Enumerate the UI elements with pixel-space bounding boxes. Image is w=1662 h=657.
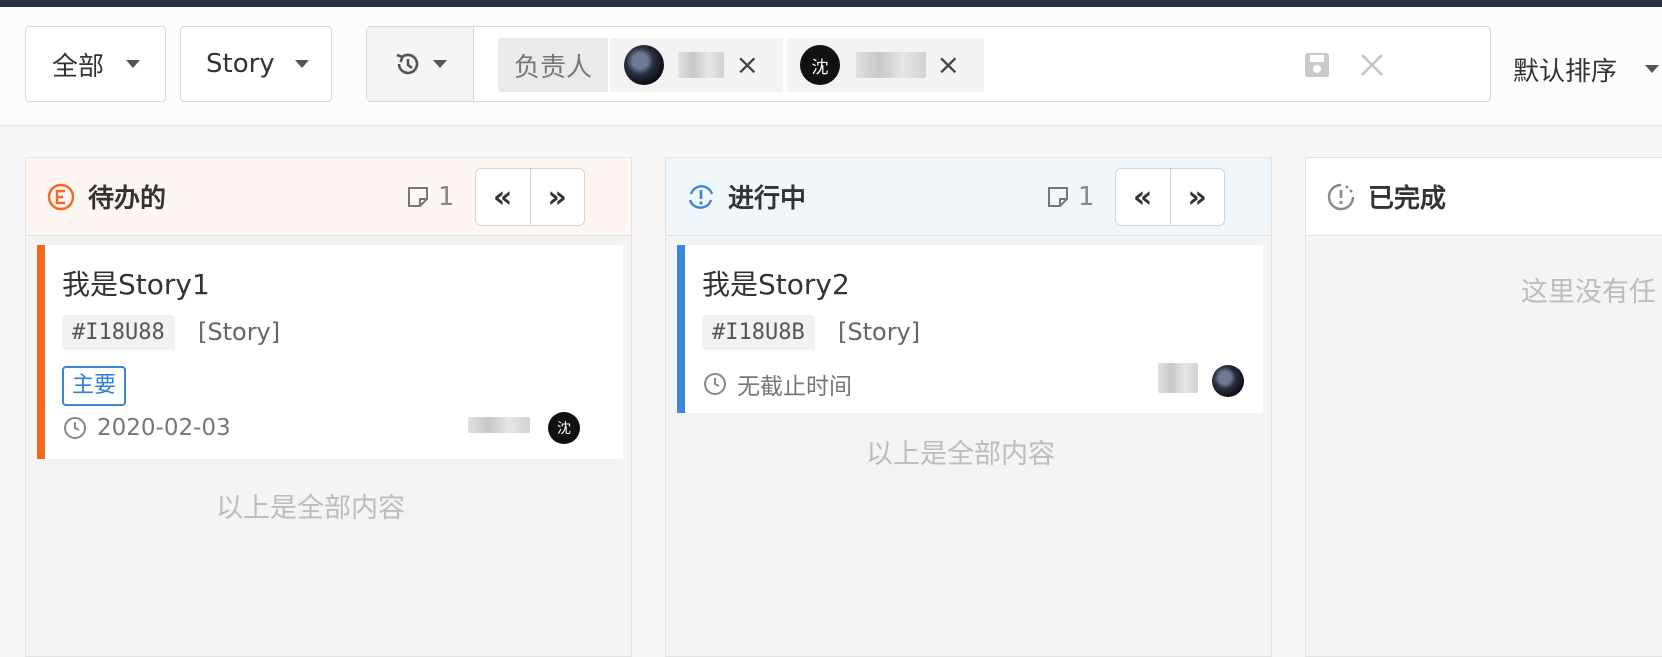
avatar: 沈 bbox=[800, 45, 840, 85]
close-icon[interactable]: × bbox=[937, 51, 960, 79]
card-title: 我是Story1 bbox=[62, 268, 210, 301]
chevron-down-icon bbox=[433, 60, 447, 68]
kanban-column-in-progress: 进行中 1 « » 我是Story2 #I18U8B [Story] 无截止时间… bbox=[665, 157, 1272, 657]
priority-tag: 主要 bbox=[62, 366, 127, 406]
done-status-icon bbox=[1327, 183, 1355, 211]
note-icon bbox=[1048, 187, 1068, 207]
history-icon bbox=[396, 53, 419, 75]
card-id: #I18U88 bbox=[62, 315, 175, 350]
filter-toolbar: 全部 Story 负责人 × 沈 × 默认排序 bbox=[0, 7, 1662, 126]
clock-icon bbox=[64, 417, 86, 439]
column-count-value: 1 bbox=[438, 182, 455, 212]
kanban-column-todo: 待办的 1 « » 我是Story1 #I18U88 [Story] 主要 20… bbox=[25, 157, 632, 657]
end-of-list-text: 以上是全部内容 bbox=[866, 439, 1055, 470]
chevron-down-icon bbox=[1645, 65, 1659, 73]
due-date-text: 无截止时间 bbox=[737, 374, 852, 400]
clear-filter-icon[interactable] bbox=[1358, 51, 1386, 79]
card-type: [Story] bbox=[838, 318, 921, 346]
filter-chip[interactable]: × bbox=[610, 38, 783, 92]
app-top-bar bbox=[0, 0, 1662, 7]
double-right-icon[interactable]: » bbox=[529, 169, 585, 225]
history-dropdown[interactable] bbox=[367, 27, 474, 101]
note-icon bbox=[408, 187, 428, 207]
card-id: #I18U8B bbox=[702, 315, 815, 350]
column-title: 待办的 bbox=[88, 184, 167, 214]
column-header: 已完成 bbox=[1306, 158, 1662, 236]
column-nav: « » bbox=[475, 168, 585, 226]
empty-column-text: 这里没有任 bbox=[1521, 277, 1656, 308]
column-nav: « » bbox=[1115, 168, 1225, 226]
redacted-name bbox=[678, 52, 724, 78]
chevron-down-icon bbox=[126, 60, 141, 68]
filter-field-label: 负责人 bbox=[498, 38, 608, 92]
due-date-text: 2020-02-03 bbox=[97, 415, 231, 441]
double-right-icon[interactable]: » bbox=[1169, 169, 1225, 225]
end-of-list-text: 以上是全部内容 bbox=[216, 493, 405, 524]
avatar bbox=[624, 45, 664, 85]
story-card[interactable]: 我是Story2 #I18U8B [Story] 无截止时间 bbox=[677, 245, 1263, 413]
clock-icon bbox=[704, 373, 726, 395]
filter-chip[interactable]: 沈 × bbox=[787, 38, 984, 92]
redacted-name bbox=[468, 417, 530, 433]
type-dropdown[interactable]: Story bbox=[180, 26, 332, 102]
column-count-value: 1 bbox=[1078, 182, 1095, 212]
save-icon[interactable] bbox=[1303, 51, 1331, 79]
card-title: 我是Story2 bbox=[702, 268, 850, 301]
in-progress-status-icon bbox=[688, 185, 714, 209]
chevron-down-icon bbox=[294, 60, 309, 68]
todo-status-icon bbox=[47, 183, 75, 211]
column-title: 进行中 bbox=[728, 184, 807, 214]
due-date: 无截止时间 bbox=[703, 367, 852, 401]
redacted-name bbox=[1158, 363, 1198, 393]
column-count: 1 bbox=[1046, 182, 1095, 212]
column-title: 已完成 bbox=[1368, 184, 1447, 214]
column-count: 1 bbox=[406, 182, 455, 212]
column-header: 待办的 1 « » bbox=[26, 158, 631, 236]
sort-dropdown-label[interactable]: 默认排序 bbox=[1513, 51, 1617, 88]
avatar bbox=[1212, 365, 1244, 397]
filter-bar: 负责人 × 沈 × bbox=[366, 26, 1491, 102]
avatar: 沈 bbox=[548, 412, 580, 444]
close-icon[interactable]: × bbox=[736, 51, 759, 79]
column-header: 进行中 1 « » bbox=[666, 158, 1271, 236]
double-left-icon[interactable]: « bbox=[476, 169, 530, 225]
type-dropdown-label: Story bbox=[206, 49, 275, 79]
card-type: [Story] bbox=[198, 318, 281, 346]
kanban-column-done: 已完成 这里没有任 bbox=[1305, 157, 1662, 657]
double-left-icon[interactable]: « bbox=[1116, 169, 1170, 225]
scope-dropdown[interactable]: 全部 bbox=[25, 26, 166, 102]
story-card[interactable]: 我是Story1 #I18U88 [Story] 主要 2020-02-03 沈 bbox=[37, 245, 623, 459]
due-date: 2020-02-03 bbox=[63, 415, 231, 441]
scope-dropdown-label: 全部 bbox=[52, 51, 105, 82]
redacted-name bbox=[856, 52, 926, 78]
